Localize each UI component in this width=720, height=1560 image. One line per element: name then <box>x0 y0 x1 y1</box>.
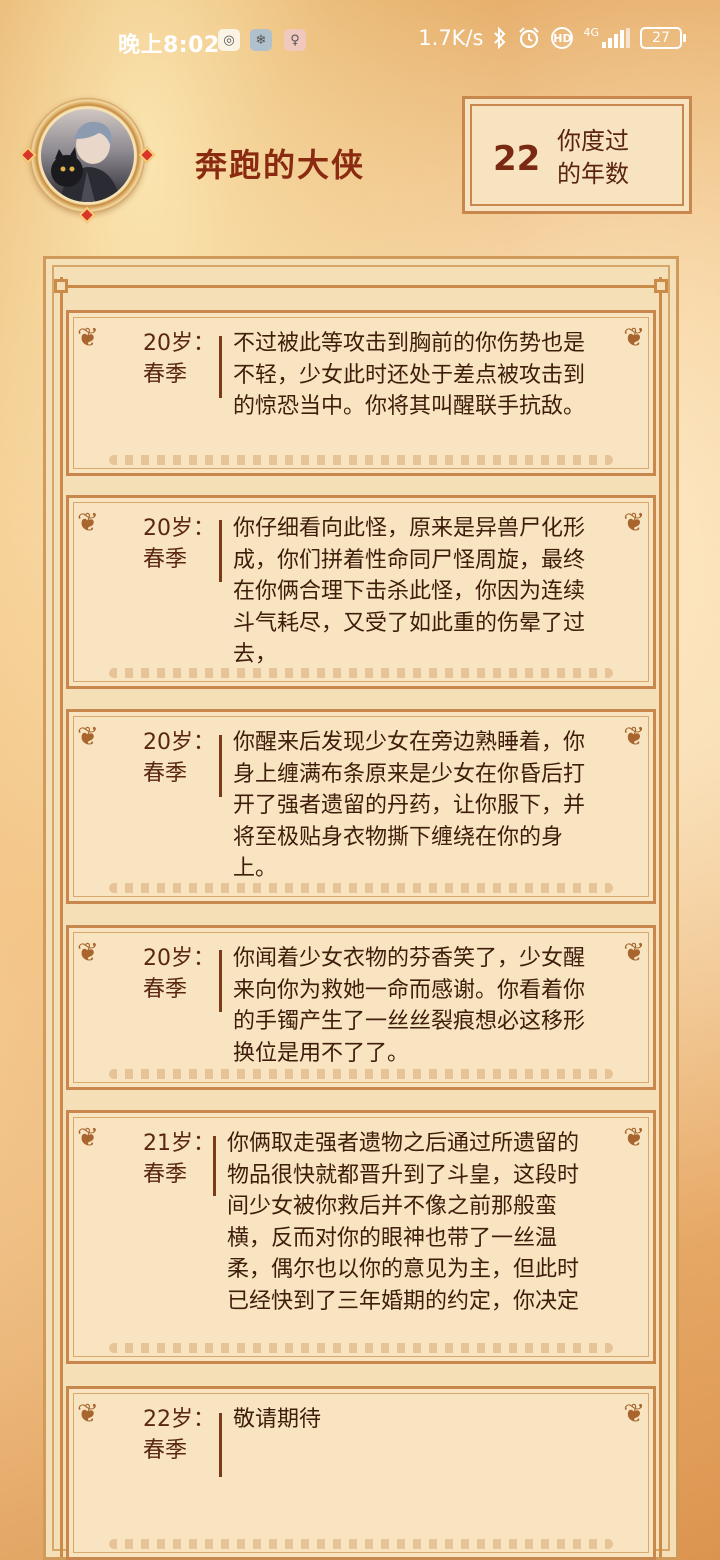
cloud-ornament-right-icon: ❦ <box>623 1399 645 1429</box>
entry-season: 春季 <box>143 761 188 786</box>
entry-text: 你俩取走强者遗物之后通过所遗留的物品很快就都晋升到了斗皇，这段时间少女被你救后并… <box>227 1131 580 1314</box>
gem-bottom-icon <box>78 206 96 224</box>
signal-icon: 4G <box>583 26 630 48</box>
cloud-ornament-left-icon: ❦ <box>77 1399 99 1429</box>
entry-text: 敬请期待 <box>233 1407 322 1432</box>
gem-right-icon <box>138 146 156 164</box>
years-value: 22 <box>493 139 541 179</box>
wave-ornament <box>109 1539 613 1549</box>
years-label: 你度过的年数 <box>557 127 629 188</box>
years-box: 22 你度过的年数 <box>462 96 692 214</box>
entry-age-label: 21岁： <box>143 1131 215 1156</box>
avatar-image <box>51 121 121 202</box>
app-notification-icon: ◎ <box>218 29 240 51</box>
knot-top-right-icon <box>654 279 668 293</box>
entry-age: 22岁： 春季 <box>143 1404 215 1466</box>
knot-top-left-icon <box>54 279 68 293</box>
entry-text: 你醒来后发现少女在旁边熟睡着，你身上缠满布条原来是少女在你昏后打开了强者遗留的丹… <box>233 730 586 881</box>
cloud-ornament-left-icon: ❦ <box>77 508 99 538</box>
entry-age-label: 20岁： <box>143 946 215 971</box>
entry-age-label: 20岁： <box>143 516 215 541</box>
alarm-icon <box>519 27 540 49</box>
hd-icon: HD <box>551 27 574 49</box>
entry-season: 春季 <box>143 362 188 387</box>
entry-season: 春季 <box>143 977 188 1002</box>
entry-season: 春季 <box>143 1438 188 1463</box>
entry-age-label: 20岁： <box>143 730 215 755</box>
avatar-frame[interactable] <box>19 98 156 224</box>
battery-icon: 27 <box>640 27 686 49</box>
entry-age-label: 22岁： <box>143 1407 215 1432</box>
entry-text: 你仔细看向此怪，原来是异兽尸化形成，你们拼着性命同尸怪周旋，最终在你俩合理下击杀… <box>233 516 586 667</box>
entry-age: 21岁： 春季 <box>143 1128 215 1190</box>
avatar[interactable] <box>41 109 134 202</box>
entry-divider <box>219 1413 222 1477</box>
wave-ornament <box>109 1069 613 1079</box>
cloud-ornament-right-icon: ❦ <box>623 508 645 538</box>
entry-age-label: 20岁： <box>143 331 215 356</box>
network-speed: 1.7K/s <box>418 26 484 50</box>
entry-text: 不过被此等攻击到胸前的你伤势也是不轻，少女此时还处于差点被攻击到的惊恐当中。你将… <box>233 331 586 419</box>
bluetooth-icon <box>494 27 506 49</box>
lock-notification-icon: ♀ <box>284 29 306 51</box>
wave-ornament <box>109 1343 613 1353</box>
panel-rail-right <box>659 277 662 1557</box>
entry-age: 20岁： 春季 <box>143 513 215 575</box>
wave-ornament <box>109 455 613 465</box>
cloud-ornament-right-icon: ❦ <box>623 323 645 353</box>
status-time: 晚上8:02 <box>118 33 220 58</box>
status-indicators: 1.7K/s HD 4G 27 <box>418 26 686 50</box>
map-notification-icon: ❄ <box>250 29 272 51</box>
entry-divider <box>219 336 222 398</box>
gem-left-icon <box>19 146 37 164</box>
entry-age: 20岁： 春季 <box>143 727 215 789</box>
status-bar: 晚上8:02 ◎ ❄ ♀ 1.7K/s HD 4G 27 <box>0 0 720 80</box>
cloud-ornament-left-icon: ❦ <box>77 323 99 353</box>
wave-ornament <box>109 883 613 893</box>
timeline-entry[interactable]: ❦ ❦ 21岁： 春季 你俩取走强者遗物之后通过所遗留的物品很快就都晋升到了斗皇，这段时… <box>66 1110 656 1364</box>
entry-divider <box>219 520 222 582</box>
entry-age: 20岁： 春季 <box>143 328 215 390</box>
cloud-ornament-right-icon: ❦ <box>623 938 645 968</box>
cloud-ornament-right-icon: ❦ <box>623 722 645 752</box>
cloud-ornament-left-icon: ❦ <box>77 1123 99 1153</box>
panel-rail-left <box>60 277 63 1557</box>
entry-age: 20岁： 春季 <box>143 943 215 1005</box>
cloud-ornament-left-icon: ❦ <box>77 938 99 968</box>
entry-divider <box>219 950 222 1012</box>
network-type: 4G <box>583 26 599 39</box>
timeline-entry[interactable]: ❦ ❦ 20岁： 春季 不过被此等攻击到胸前的你伤势也是不轻，少女此时还处于差点被攻击到… <box>66 310 656 476</box>
timeline-entry[interactable]: ❦ ❦ 22岁： 春季 敬请期待 <box>66 1386 656 1560</box>
timeline-entry[interactable]: ❦ ❦ 20岁： 春季 你闻着少女衣物的芬香笑了，少女醒来向你为救她一命而感谢。你看着你… <box>66 925 656 1090</box>
player-name: 奔跑的大侠 <box>195 146 366 184</box>
entry-text: 你闻着少女衣物的芬香笑了，少女醒来向你为救她一命而感谢。你看着你的手镯产生了一丝… <box>233 946 586 1066</box>
cloud-ornament-left-icon: ❦ <box>77 722 99 752</box>
panel-rail-top <box>56 285 666 288</box>
entry-divider <box>219 735 222 797</box>
entry-season: 春季 <box>143 1162 188 1187</box>
entry-divider <box>213 1136 216 1196</box>
entry-season: 春季 <box>143 547 188 572</box>
timeline-entry[interactable]: ❦ ❦ 20岁： 春季 你醒来后发现少女在旁边熟睡着，你身上缠满布条原来是少女在你昏后打… <box>66 709 656 904</box>
timeline-entry[interactable]: ❦ ❦ 20岁： 春季 你仔细看向此怪，原来是异兽尸化形成，你们拼着性命同尸怪周旋，最终… <box>66 495 656 689</box>
cloud-ornament-right-icon: ❦ <box>623 1123 645 1153</box>
